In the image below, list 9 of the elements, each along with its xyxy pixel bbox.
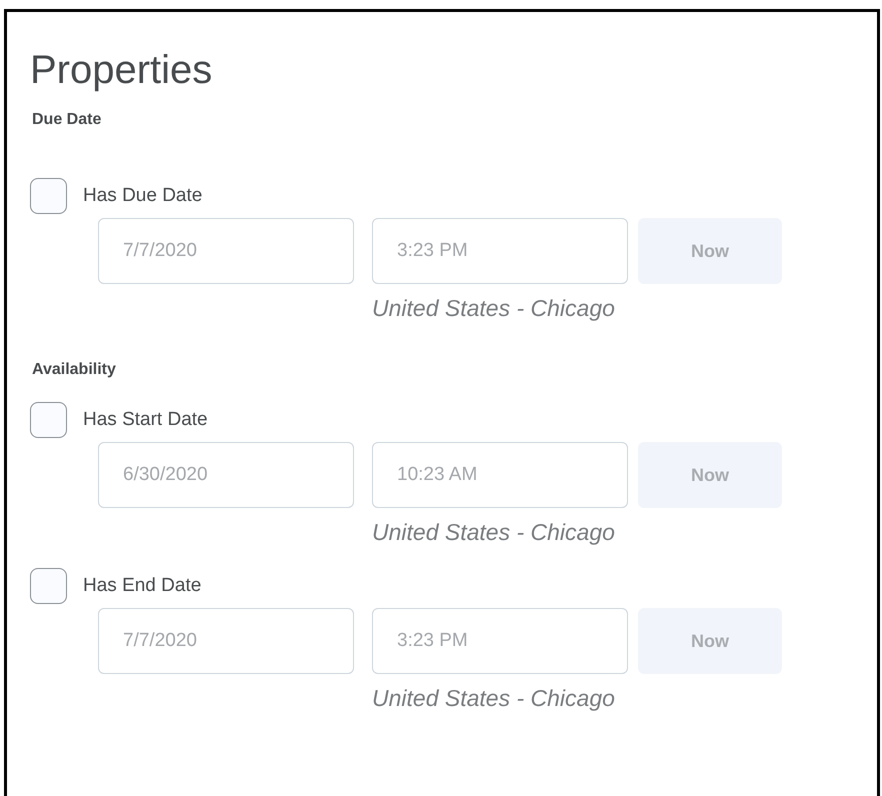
section-heading: Availability — [31, 360, 117, 380]
page-title: Properties — [30, 48, 214, 92]
section-heading: Due Date — [31, 110, 102, 130]
timezone-text: United States - Chicago — [372, 294, 616, 322]
checkbox-label: Has End Date — [83, 574, 202, 598]
timezone-text: United States - Chicago — [372, 518, 616, 546]
checkbox-label: Has Start Date — [83, 408, 208, 432]
checkbox-label: Has Due Date — [83, 184, 202, 208]
timezone-text: United States - Chicago — [372, 684, 616, 712]
